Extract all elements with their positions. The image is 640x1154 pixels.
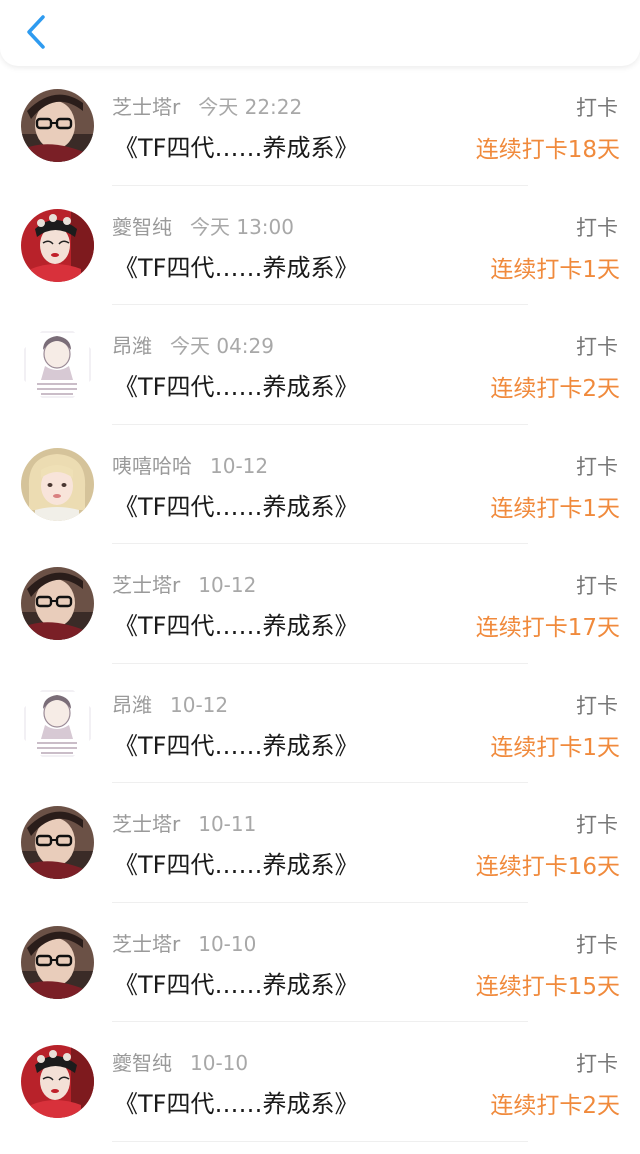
streak-label: 连续打卡2天 (490, 1093, 620, 1119)
username[interactable]: 芝士塔r (112, 573, 180, 597)
entry-meta: 咦嘻哈哈 10-12 (112, 450, 268, 479)
list-item[interactable]: 昂潍 今天 04:29 《TF四代……养成系》 打卡 连续打卡2天 (0, 305, 640, 425)
entry-meta: 昂潍 10-12 (112, 689, 228, 718)
timestamp: 10-12 (198, 573, 257, 597)
entry-meta: 夔智纯 10-10 (112, 1047, 248, 1076)
list-item[interactable]: 夔智纯 10-10 《TF四代……养成系》 打卡 连续打卡2天 (0, 1022, 640, 1142)
timestamp: 10-12 (210, 453, 269, 478)
avatar[interactable] (21, 447, 94, 521)
list-item[interactable]: 芝士塔r 10-10 《TF四代……养成系》 打卡 连续打卡15天 (0, 903, 640, 1023)
chevron-left-icon (27, 15, 45, 49)
entry-title[interactable]: 《TF四代……养成系》 (114, 1084, 358, 1119)
top-bar (0, 0, 640, 66)
entry-title[interactable]: 《TF四代……养成系》 (114, 606, 358, 641)
list-item[interactable]: 夔智纯 今天 13:00 《TF四代……养成系》 打卡 连续打卡1天 (0, 186, 640, 306)
action-label: 打卡 (576, 813, 618, 837)
streak-label: 连续打卡1天 (490, 256, 620, 283)
entry-meta: 昂潍 今天 04:29 (112, 330, 274, 359)
avatar[interactable] (21, 1045, 94, 1118)
action-label: 打卡 (576, 693, 618, 718)
entry-title[interactable]: 《TF四代……养成系》 (114, 248, 358, 283)
username[interactable]: 咦嘻哈哈 (112, 454, 192, 478)
username[interactable]: 昂潍 (112, 334, 152, 358)
entry-title[interactable]: 《TF四代……养成系》 (114, 128, 358, 163)
entry-meta: 芝士塔r 10-12 (112, 569, 256, 598)
streak-label: 连续打卡17天 (475, 615, 620, 641)
timestamp: 今天 04:29 (170, 334, 274, 358)
streak-label: 连续打卡2天 (490, 376, 620, 402)
action-label: 打卡 (576, 335, 618, 359)
streak-label: 连续打卡18天 (475, 137, 620, 163)
timestamp: 今天 22:22 (198, 95, 303, 119)
username[interactable]: 芝士塔r (112, 932, 180, 956)
username[interactable]: 夔智纯 (112, 1051, 172, 1075)
list-item[interactable]: 咦嘻哈哈 10-12 《TF四代……养成系》 打卡 连续打卡1天 (0, 425, 640, 545)
list-item[interactable]: 芝士塔r 10-11 《TF四代……养成系》 打卡 连续打卡16天 (0, 783, 640, 903)
timestamp: 今天 13:00 (190, 214, 294, 239)
checkin-list: 芝士塔r 今天 22:22 《TF四代……养成系》 打卡 连续打卡18天 夔智纯今… (0, 66, 640, 1142)
entry-meta: 芝士塔r 10-11 (112, 808, 256, 837)
avatar[interactable] (21, 328, 94, 401)
username[interactable]: 芝士塔r (112, 812, 180, 836)
streak-label: 连续打卡1天 (490, 495, 620, 522)
avatar[interactable] (21, 806, 94, 879)
action-label: 打卡 (576, 1052, 618, 1076)
entry-title[interactable]: 《TF四代……养成系》 (114, 726, 358, 761)
action-label: 打卡 (576, 215, 618, 240)
back-button[interactable] (18, 12, 54, 52)
entry-title[interactable]: 《TF四代……养成系》 (114, 367, 358, 402)
entry-title[interactable]: 《TF四代……养成系》 (114, 845, 358, 880)
avatar[interactable] (21, 925, 94, 999)
username[interactable]: 芝士塔r (112, 95, 180, 119)
entry-title[interactable]: 《TF四代……养成系》 (114, 965, 358, 1000)
entry-meta: 芝士塔r 10-10 (112, 928, 256, 957)
action-label: 打卡 (576, 454, 618, 479)
action-label: 打卡 (576, 932, 618, 957)
avatar[interactable] (21, 89, 94, 162)
entry-title[interactable]: 《TF四代……养成系》 (114, 487, 358, 522)
action-label: 打卡 (576, 96, 618, 120)
timestamp: 10-12 (170, 692, 229, 717)
streak-label: 连续打卡15天 (475, 973, 620, 1000)
entry-meta: 芝士塔r 今天 22:22 (112, 91, 302, 120)
streak-label: 连续打卡16天 (475, 854, 620, 880)
avatar[interactable] (21, 686, 94, 760)
avatar[interactable] (21, 208, 94, 282)
entry-meta: 夔智纯 今天 13:00 (112, 211, 294, 240)
list-item[interactable]: 芝士塔r 今天 22:22 《TF四代……养成系》 打卡 连续打卡18天 (0, 66, 640, 186)
username[interactable]: 昂潍 (112, 693, 152, 717)
action-label: 打卡 (576, 574, 618, 598)
list-item[interactable]: 芝士塔r 10-12 《TF四代……养成系》 打卡 连续打卡17天 (0, 544, 640, 664)
timestamp: 10-10 (190, 1051, 249, 1075)
avatar[interactable] (21, 567, 94, 640)
list-item[interactable]: 昂潍 10-12 《TF四代……养成系》 打卡 连续打卡1天 (0, 664, 640, 784)
streak-label: 连续打卡1天 (490, 734, 620, 761)
timestamp: 10-10 (198, 931, 257, 956)
username[interactable]: 夔智纯 (112, 215, 172, 239)
timestamp: 10-11 (198, 812, 257, 836)
